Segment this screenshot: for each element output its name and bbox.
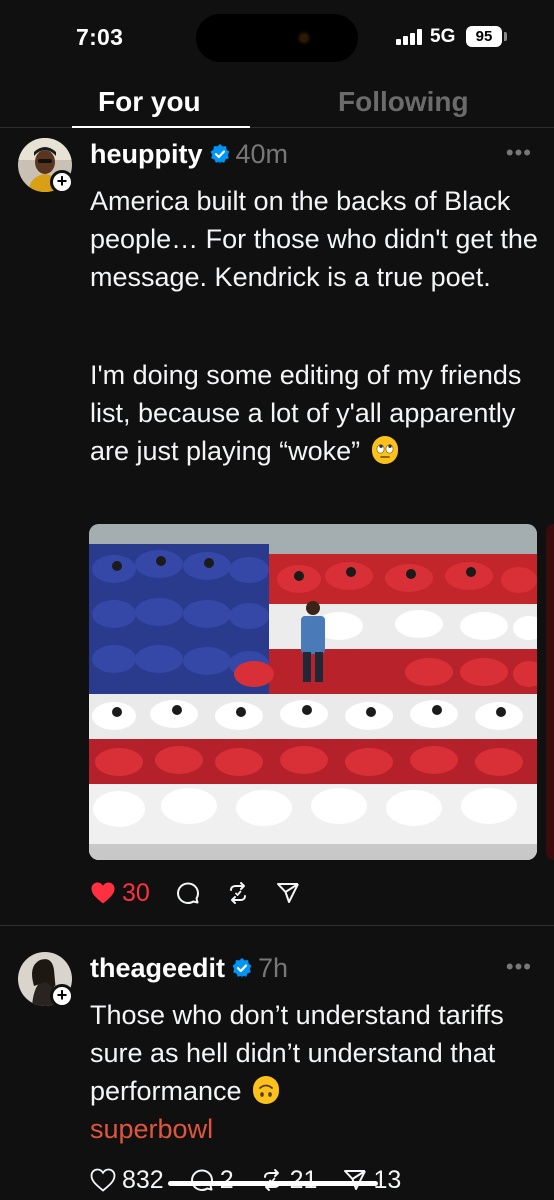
post-actions: 30 xyxy=(90,876,326,910)
post-media-image[interactable] xyxy=(89,524,537,860)
post-text: I'm doing some editing of my friends lis… xyxy=(90,356,540,470)
topic-tag[interactable]: superbowl xyxy=(90,1114,213,1144)
post-text-content: I'm doing some editing of my friends lis… xyxy=(90,360,522,466)
follow-plus-icon[interactable]: + xyxy=(50,170,74,194)
comment-icon xyxy=(190,1169,213,1191)
share-button[interactable] xyxy=(276,881,300,905)
follow-plus-icon[interactable]: + xyxy=(50,984,74,1008)
active-tab-indicator xyxy=(72,126,250,128)
post-handle[interactable]: heuppity xyxy=(90,139,203,170)
verified-icon xyxy=(210,144,229,164)
repost-button[interactable] xyxy=(226,881,250,905)
post-divider xyxy=(0,925,554,926)
post-header: heuppity 40m xyxy=(90,137,288,171)
network-type: 5G xyxy=(430,26,456,47)
heart-icon xyxy=(90,1168,116,1192)
post-header: theageedit 7h xyxy=(90,951,288,985)
repost-button[interactable]: 21 xyxy=(260,1165,318,1195)
post-text: Those who don’t understand tariffs sure … xyxy=(90,996,540,1148)
share-button[interactable]: 13 xyxy=(343,1166,401,1195)
comment-button[interactable]: 2 xyxy=(190,1166,234,1195)
post-time: 40m xyxy=(235,138,289,169)
home-indicator xyxy=(168,1181,378,1186)
post-text: America built on the backs of Black peop… xyxy=(90,186,538,292)
eye-roll-emoji xyxy=(371,436,398,464)
share-icon xyxy=(344,1170,367,1190)
like-button[interactable]: 832 xyxy=(90,1166,164,1195)
tab-following[interactable]: Following xyxy=(338,86,469,118)
comment-count: 2 xyxy=(219,1165,234,1194)
feed-tabs: For you Following xyxy=(0,78,554,128)
tab-for-you[interactable]: For you xyxy=(98,86,201,118)
repost-count: 21 xyxy=(289,1165,318,1194)
more-icon[interactable]: ••• xyxy=(506,140,532,166)
repost-icon xyxy=(263,1169,280,1191)
battery-icon: 95 xyxy=(466,26,502,47)
like-count: 30 xyxy=(122,878,150,907)
next-media-image[interactable] xyxy=(546,524,554,860)
upside-down-face-emoji xyxy=(253,1076,280,1104)
signal-icon xyxy=(396,29,422,45)
more-icon[interactable]: ••• xyxy=(506,954,532,980)
like-count: 832 xyxy=(122,1165,164,1194)
comment-icon xyxy=(176,882,199,904)
dynamic-island xyxy=(196,14,358,62)
comment-button[interactable] xyxy=(176,881,200,905)
status-bar: 7:03 5G 95 xyxy=(0,0,554,72)
camera-dot xyxy=(300,34,308,42)
repost-icon xyxy=(229,882,246,904)
post-text-content: Those who don’t understand tariffs sure … xyxy=(90,1000,504,1106)
post-time: 7h xyxy=(258,952,289,983)
status-time: 7:03 xyxy=(76,24,124,50)
verified-icon xyxy=(232,958,252,978)
post-actions: 832 2 21 13 xyxy=(90,1163,427,1197)
share-count: 13 xyxy=(373,1165,402,1194)
like-button[interactable]: 30 xyxy=(90,879,150,908)
share-icon xyxy=(276,883,299,903)
post-handle[interactable]: theageedit xyxy=(90,953,225,984)
heart-icon xyxy=(91,882,115,904)
battery-tip xyxy=(504,32,507,41)
